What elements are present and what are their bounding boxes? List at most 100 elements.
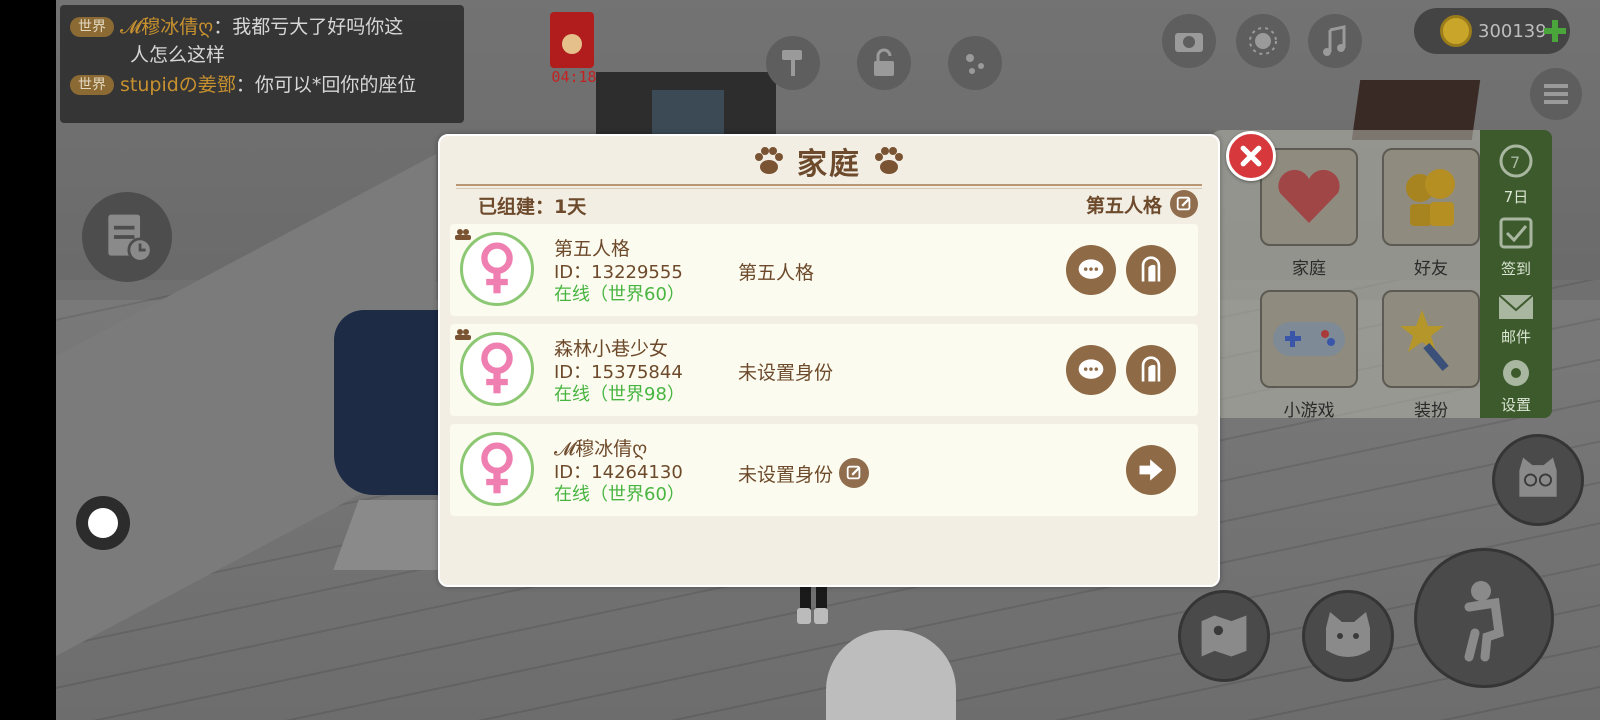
member-role: 未设置身份 <box>738 358 833 385</box>
member-status: 在线（世界60） <box>554 284 685 305</box>
chat-sender[interactable]: stupidの姜鄧 <box>120 71 236 99</box>
document-clock-icon <box>108 214 153 263</box>
member-role: 未设置身份 <box>738 458 870 488</box>
red-envelope-icon[interactable] <box>550 12 594 68</box>
member-name: 第五人格 <box>554 238 631 260</box>
paint-roller-button[interactable] <box>766 36 820 90</box>
close-icon <box>1240 145 1262 167</box>
chat-bubble-icon <box>1078 359 1104 379</box>
family-name-row: 第五人格 <box>1086 190 1198 218</box>
member-role: 第五人格 <box>738 258 814 285</box>
member-card-self: 𝓜穆冰倩ღ ID：14264130 在线（世界60） 未设置身份 <box>450 424 1198 516</box>
map-button[interactable] <box>1178 590 1270 682</box>
effects-button[interactable] <box>948 36 1002 90</box>
checkin-icon[interactable] <box>1496 216 1536 250</box>
edit-icon <box>846 465 861 480</box>
member-avatar[interactable] <box>460 332 534 406</box>
member-status: 在线（世界98） <box>554 384 685 405</box>
gamepad-icon <box>1273 322 1345 356</box>
chat-separator: ： <box>213 16 233 38</box>
chat-message: 世界 stupidの姜鄧 ： 你可以*回你的座位 <box>70 71 454 99</box>
member-avatar[interactable] <box>460 432 534 506</box>
member-card: 第五人格 ID：13229555 在线（世界60） 第五人格 <box>450 224 1198 316</box>
character-avatar-button[interactable] <box>1492 434 1584 526</box>
exit-arrow-icon <box>1139 459 1163 481</box>
mail-icon[interactable] <box>1496 290 1536 324</box>
door-icon <box>1141 256 1161 282</box>
chat-member-button[interactable] <box>1066 345 1116 395</box>
brightness-button[interactable] <box>1236 14 1290 68</box>
dialog-header: 家庭 <box>440 136 1218 186</box>
member-role-text: 未设置身份 <box>738 362 834 384</box>
chat-text-continued: 人怎么这样 <box>130 44 226 66</box>
sun-icon <box>1249 27 1277 55</box>
paint-roller-icon <box>782 50 802 76</box>
chat-member-button[interactable] <box>1066 245 1116 295</box>
chat-text: 你可以*回你的座位 <box>254 74 417 96</box>
cat-glasses-icon <box>1519 457 1557 497</box>
strip-label-mail[interactable]: 邮件 <box>1480 326 1552 347</box>
chat-channel-tag: 世界 <box>70 75 114 95</box>
dialog-title: 家庭 <box>797 147 861 182</box>
gear-icon[interactable] <box>1496 356 1536 390</box>
unlock-button[interactable] <box>857 36 911 90</box>
title-divider <box>456 188 1202 189</box>
chat-bubble-icon <box>1078 259 1104 279</box>
menu-tile-friends[interactable] <box>1382 148 1480 246</box>
map-icon <box>1201 615 1247 657</box>
dance-icon <box>1464 581 1504 662</box>
close-dialog-button[interactable] <box>1226 131 1276 181</box>
world-chat-panel[interactable]: 世界 𝓜穆冰倩ღ ： 我都亏大了好吗你这 人怎么这样 世界 stupidの姜鄧 … <box>60 5 464 123</box>
female-symbol-icon <box>481 342 513 394</box>
seven-day-icon[interactable]: 7 <box>1496 144 1536 178</box>
visit-home-button[interactable] <box>1126 245 1176 295</box>
family-name: 第五人格 <box>1085 194 1162 217</box>
leave-family-button[interactable] <box>1126 445 1176 495</box>
edit-role-button[interactable] <box>839 458 870 488</box>
member-name: 𝓜穆冰倩ღ <box>554 438 648 460</box>
strip-label-checkin[interactable]: 签到 <box>1480 258 1552 279</box>
event-timer: 04:18 <box>551 68 597 86</box>
chat-text: 我都亏大了好吗你这 <box>232 16 404 38</box>
paw-icon <box>755 147 783 174</box>
chat-sender[interactable]: 𝓜穆冰倩ღ <box>120 13 213 41</box>
camera-button[interactable] <box>1162 14 1216 68</box>
title-divider <box>456 184 1202 186</box>
door-icon <box>1141 356 1161 382</box>
menu-label-minigames: 小游戏 <box>1283 401 1335 421</box>
add-coins-icon[interactable] <box>1542 18 1568 44</box>
member-avatar[interactable] <box>460 232 534 306</box>
member-role-text: 第五人格 <box>738 262 815 284</box>
coin-icon <box>1440 15 1472 47</box>
strip-label-settings[interactable]: 设置 <box>1480 394 1552 415</box>
music-icon <box>1323 25 1346 56</box>
magic-wand-icon <box>1400 310 1449 372</box>
svg-text:7: 7 <box>1510 153 1520 172</box>
visit-home-button[interactable] <box>1126 345 1176 395</box>
action-dance-button[interactable] <box>1414 548 1554 688</box>
paw-icon <box>875 147 903 174</box>
joystick-knob[interactable] <box>88 508 118 538</box>
main-menu-button[interactable] <box>1530 68 1582 120</box>
menu-tile-dressup[interactable] <box>1382 290 1480 388</box>
family-created-days: 已组建：1天 <box>478 196 587 218</box>
family-dialog: 家庭 已组建：1天 第五人格 第五人格 ID：13229555 在线（世界60）… <box>438 134 1220 587</box>
camera-icon <box>1175 33 1203 52</box>
unlock-icon <box>874 48 894 76</box>
menu-tile-minigames[interactable] <box>1260 290 1358 388</box>
chat-channel-tag: 世界 <box>70 17 114 37</box>
member-card: 森林小巷少女 ID：15375844 在线（世界98） 未设置身份 <box>450 324 1198 416</box>
female-symbol-icon <box>481 242 513 294</box>
music-button[interactable] <box>1308 14 1362 68</box>
member-status: 在线（世界60） <box>554 484 685 505</box>
strip-label-7day[interactable]: 7日 <box>1480 186 1552 207</box>
friends-icon <box>1406 169 1455 226</box>
pet-button[interactable] <box>1302 590 1394 682</box>
task-log-button[interactable] <box>82 192 172 282</box>
cat-face-icon <box>1326 612 1370 657</box>
doorway-window <box>652 90 724 140</box>
movement-joystick[interactable] <box>76 496 130 550</box>
edit-family-name-button[interactable] <box>1170 190 1198 218</box>
member-name: 森林小巷少女 <box>554 338 669 360</box>
female-symbol-icon <box>481 442 513 494</box>
